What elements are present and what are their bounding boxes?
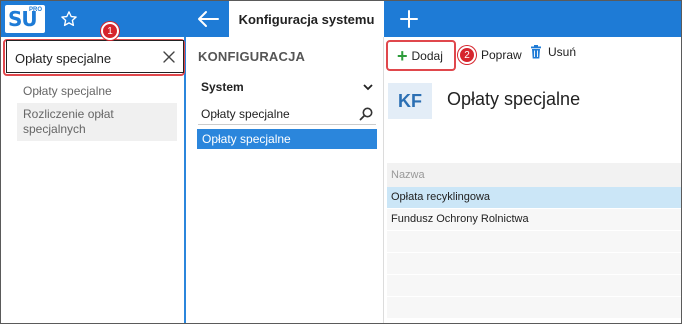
delete-button[interactable]: Usuń (530, 45, 576, 59)
section-badge: KF (388, 83, 432, 119)
config-item-selected[interactable]: Opłaty specjalne (197, 129, 377, 149)
data-grid: Nazwa Opłata recyklingowa Fundusz Ochron… (387, 163, 681, 319)
tab-konfiguracja-systemu[interactable]: Konfiguracja systemu (229, 1, 384, 37)
config-filter-value: Opłaty specjalne (201, 106, 290, 121)
callout-badge-1: 1 (101, 22, 119, 40)
config-panel: KONFIGURACJA System Opłaty specjalne Opł… (188, 37, 383, 323)
plus-icon: + (397, 45, 408, 66)
page-title: Opłaty specjalne (447, 89, 581, 109)
group-select-value: System (201, 80, 244, 94)
search-input-value: Opłaty specjalne (15, 51, 112, 66)
logo-sup: PRO (28, 7, 42, 13)
app-window: SU PRO Konfiguracja systemu Opłaty specj… (0, 0, 682, 324)
arrow-left-icon[interactable] (194, 7, 222, 31)
search-result-item[interactable]: Rozliczenie opłat specjalnych (17, 103, 177, 141)
search-result-item[interactable]: Opłaty specjalne (17, 81, 177, 103)
close-icon[interactable] (161, 49, 177, 65)
table-row-empty (387, 275, 681, 297)
search-input[interactable]: Opłaty specjalne (6, 40, 184, 73)
search-icon[interactable] (359, 107, 373, 121)
config-filter-input[interactable]: Opłaty specjalne (198, 103, 376, 125)
trash-icon (531, 45, 541, 59)
group-select[interactable]: System (198, 77, 376, 97)
add-button[interactable]: + Dodaj (386, 40, 456, 71)
add-button-label: Dodaj (411, 48, 443, 63)
table-row-empty (387, 253, 681, 275)
table-row[interactable]: Opłata recyklingowa (387, 187, 681, 209)
chevron-down-icon (363, 84, 373, 91)
table-row[interactable]: Fundusz Ochrony Rolnictwa (387, 209, 681, 231)
delete-button-label: Usuń (548, 45, 577, 59)
edit-button[interactable]: Popraw (481, 48, 522, 62)
toolbar: + Dodaj 2 Popraw Usuń (384, 37, 681, 71)
table-row-empty (387, 231, 681, 253)
detail-panel: + Dodaj 2 Popraw Usuń KF Opłaty specjaln… (383, 37, 681, 323)
column-header-nazwa[interactable]: Nazwa (387, 163, 681, 187)
config-header: KONFIGURACJA (198, 49, 306, 64)
search-results: Opłaty specjalne Rozliczenie opłat specj… (17, 81, 177, 141)
star-icon[interactable] (57, 7, 81, 31)
table-row-empty (387, 297, 681, 319)
app-logo[interactable]: SU PRO (5, 5, 45, 33)
plus-icon[interactable] (397, 7, 421, 31)
search-panel: Opłaty specjalne 1 Opłaty specjalne Rozl… (1, 22, 186, 323)
callout-badge-2: 2 (458, 46, 476, 64)
